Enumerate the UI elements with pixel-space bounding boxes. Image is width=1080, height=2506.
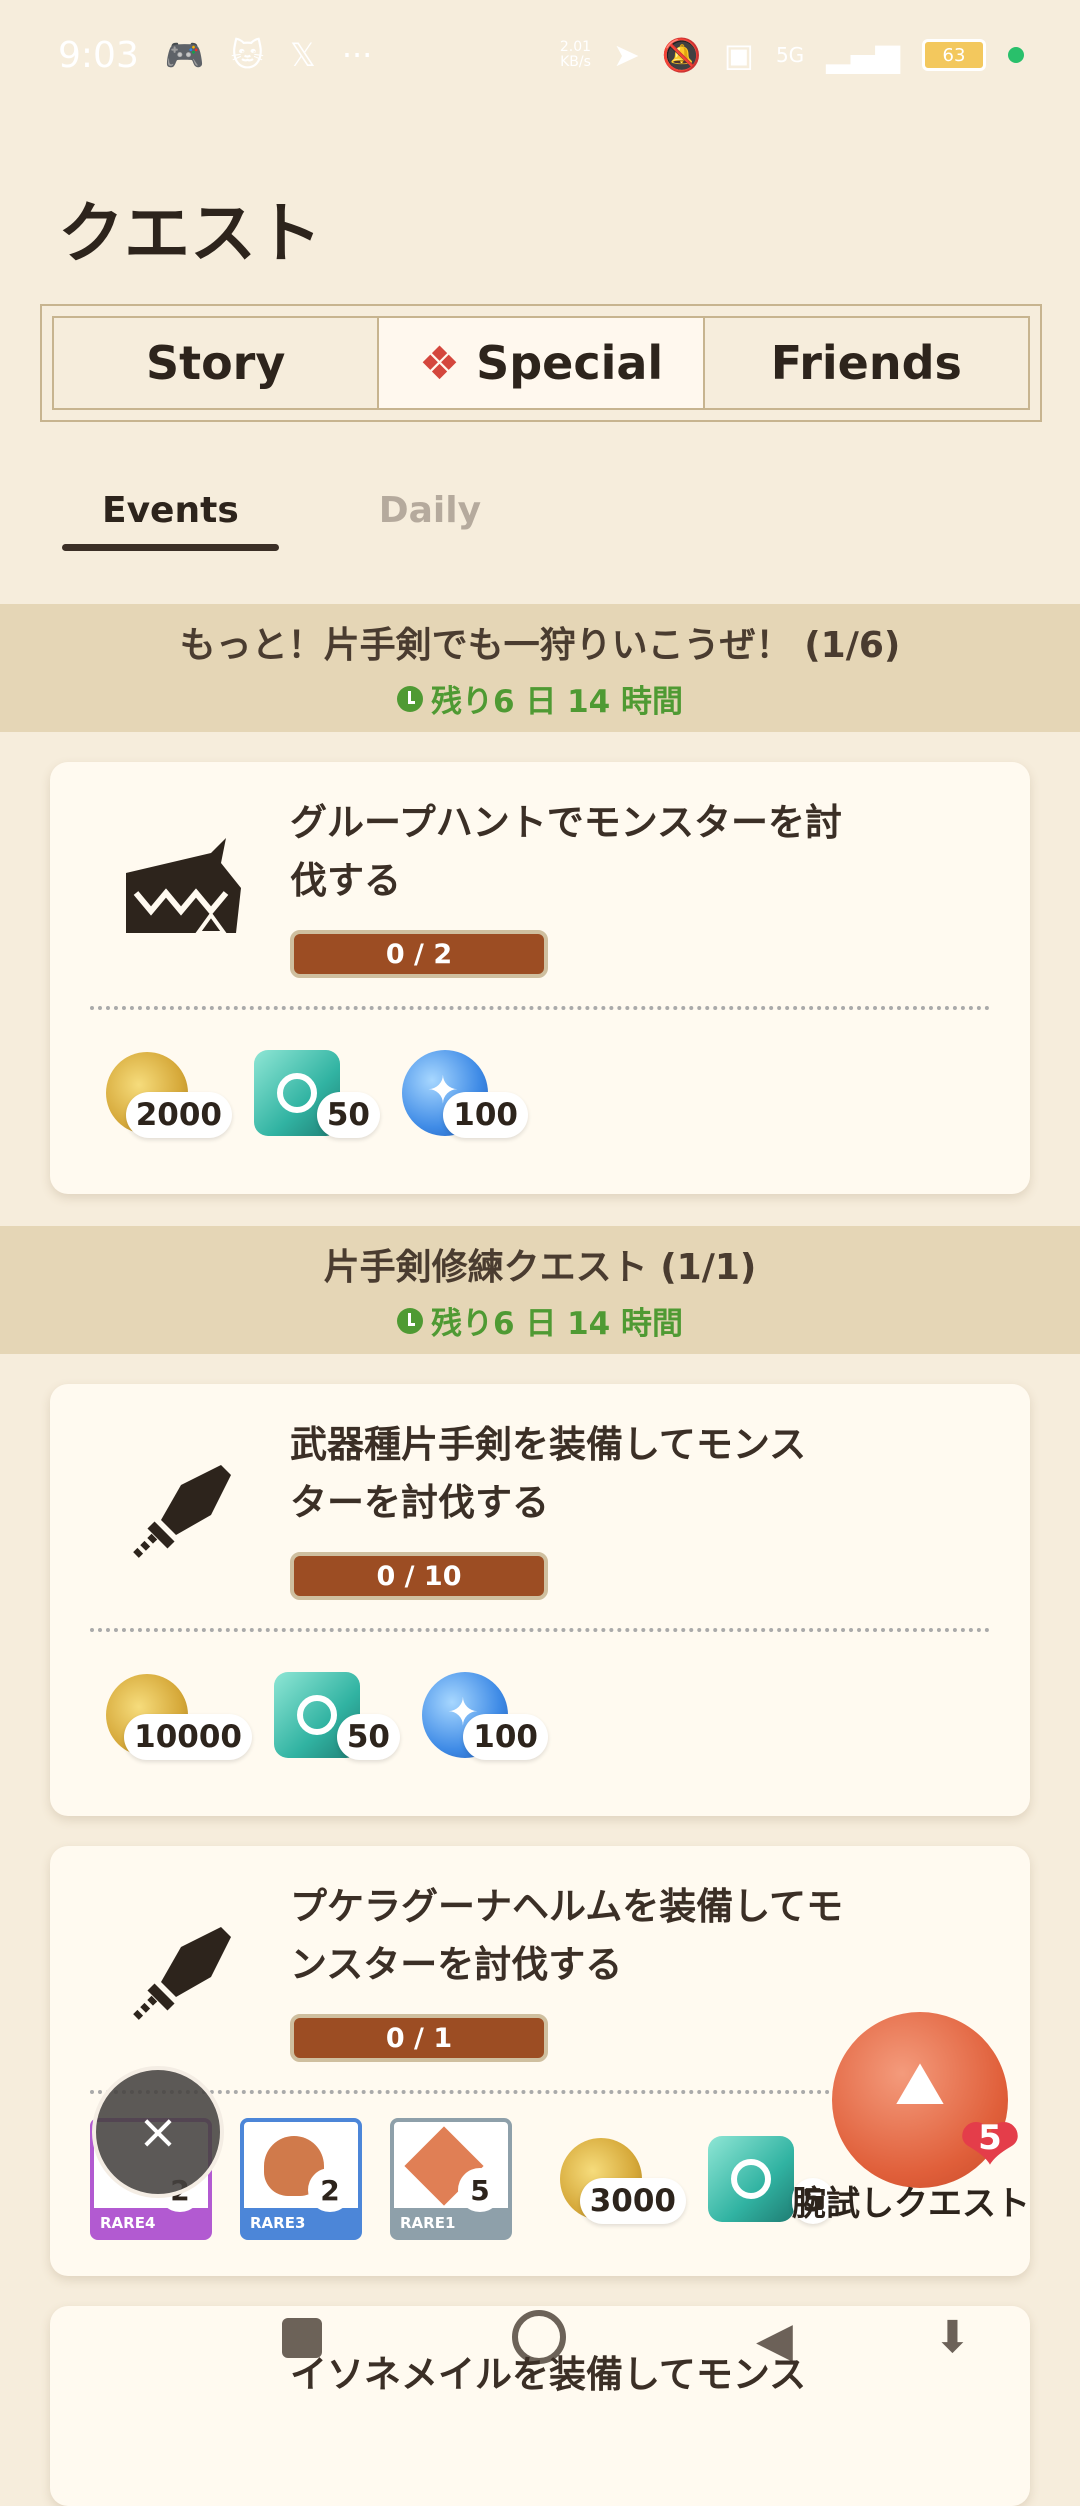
quest-title-line: ターを討伐する [290, 1481, 549, 1524]
subtabs: Events Daily [62, 480, 521, 551]
section-time: 残り6 日 14 時間 [0, 676, 1080, 721]
quest-title-line: 伐する [290, 859, 401, 902]
quest-title: グループハントでモンスターを討 伐する [290, 794, 930, 910]
reward-amount: 100 [443, 1092, 528, 1138]
reward-gem: 50 [274, 1672, 400, 1762]
x-icon: 𝕏 [290, 36, 316, 74]
subtab-events[interactable]: Events [62, 480, 279, 551]
trial-quest-label[interactable]: 腕試しクエスト [792, 2176, 1030, 2225]
subtab-events-label: Events [102, 490, 239, 531]
network-speed-unit: KB/s [560, 54, 591, 70]
network-speed: 2.01 KB/s [560, 40, 591, 70]
status-bar: 9:03 🎮 🐱 𝕏 ··· 2.01 KB/s ➤ 🔕 ▣ 5G ▂▄▆ 63 [0, 0, 1080, 110]
home-icon[interactable] [512, 2310, 566, 2364]
item-rarity: RARE1 [400, 2214, 456, 2232]
section-time: 残り6 日 14 時間 [0, 1298, 1080, 1343]
reward-item: RARE3 2 [240, 2118, 362, 2240]
navigation-bar: ◀ ⬇ [0, 2300, 1080, 2380]
trial-quest-badge: 5 [978, 2118, 1002, 2158]
section-header: もっと！片手剣でも一狩りいこうぜ！ (1/6) 残り6 日 14 時間 [0, 604, 1080, 732]
item-qty: 5 [458, 2168, 502, 2212]
reward-amount: 50 [316, 1092, 380, 1138]
reward-item: RARE1 5 [390, 2118, 512, 2240]
tab-story[interactable]: Story [54, 318, 377, 408]
quest-emblem-icon: ⛰ [894, 2049, 946, 2119]
tab-story-label: Story [145, 336, 286, 390]
tab-special[interactable]: ❖ Special [377, 318, 705, 408]
sword-icon [106, 1440, 256, 1590]
rewards: 2000 50 100 [106, 1050, 528, 1140]
page-title: クエスト [58, 195, 322, 272]
card-divider [90, 1006, 990, 1010]
clock-icon [396, 685, 423, 712]
location-icon: ➤ [613, 36, 640, 74]
reward-amount: 100 [463, 1714, 548, 1760]
quest-card[interactable]: グループハントでモンスターを討 伐する 0 / 2 2000 50 100 [50, 762, 1030, 1194]
card-divider [90, 1628, 990, 1632]
subtab-daily-label: Daily [378, 490, 482, 531]
item-rarity: RARE4 [100, 2214, 156, 2232]
keyboard-hide-icon[interactable]: ⬇ [934, 2312, 971, 2363]
signal-icon: ▂▄▆ [826, 36, 900, 74]
back-icon[interactable]: ◀ [756, 2312, 793, 2368]
reward-coin: 10000 [106, 1672, 252, 1762]
status-time: 9:03 [58, 34, 139, 76]
battery-level: 63 [942, 44, 966, 66]
reward-amount: 10000 [124, 1714, 252, 1760]
quest-progress: 0 / 10 [290, 1552, 548, 1600]
reward-orb: 100 [422, 1672, 548, 1762]
battery-icon: 63 [922, 39, 986, 71]
tab-friends[interactable]: Friends [705, 318, 1028, 408]
reward-coin: 2000 [106, 1050, 232, 1140]
reward-amount: 3000 [579, 2178, 686, 2224]
gem-icon [708, 2136, 794, 2222]
discord-icon: 🎮 [164, 36, 205, 74]
section-header: 片手剣修練クエスト (1/1) 残り6 日 14 時間 [0, 1226, 1080, 1354]
section-time-label: 残り6 日 14 時間 [430, 1306, 684, 1342]
section-time-label: 残り6 日 14 時間 [430, 684, 684, 720]
rewards: 10000 50 100 [106, 1672, 548, 1762]
reward-amount: 50 [336, 1714, 400, 1760]
quest-progress: 0 / 1 [290, 2014, 548, 2062]
recents-icon[interactable] [282, 2318, 322, 2358]
quest-title: 武器種片手剣を装備してモンス ターを討伐する [290, 1416, 930, 1532]
item-rarity: RARE3 [250, 2214, 306, 2232]
special-icon: ❖ [418, 336, 461, 390]
status-right: 2.01 KB/s ➤ 🔕 ▣ 5G ▂▄▆ 63 [560, 36, 1080, 74]
monster-icon [106, 818, 256, 968]
quest-category-tabs: Story ❖ Special Friends [40, 304, 1042, 422]
quest-title-line: グループハントでモンスターを討 [290, 801, 843, 844]
cat-icon: 🐱 [230, 36, 265, 74]
reward-amount: 2000 [125, 1092, 232, 1138]
quest-title: プケラグーナヘルムを装備してモ ンスターを討伐する [290, 1878, 930, 1994]
item-qty: 2 [308, 2168, 352, 2212]
tab-friends-label: Friends [770, 336, 962, 390]
reward-coin: 3000 [560, 2136, 686, 2226]
status-left: 9:03 🎮 🐱 𝕏 ··· [0, 35, 372, 76]
section-title: もっと！片手剣でも一狩りいこうぜ！ (1/6) [179, 625, 901, 666]
reward-orb: 100 [402, 1050, 528, 1140]
data-icon: ▣ [723, 36, 754, 74]
network-type: 5G [775, 43, 805, 67]
tab-special-label: Special [476, 336, 664, 390]
quest-card[interactable]: 武器種片手剣を装備してモンス ターを討伐する 0 / 10 10000 50 1… [50, 1384, 1030, 1816]
close-icon: × [137, 2104, 179, 2160]
reward-gem: 50 [254, 1050, 380, 1140]
more-icon: ··· [341, 36, 373, 74]
privacy-dot [1008, 47, 1024, 63]
quest-title-line: 武器種片手剣を装備してモンス [290, 1423, 807, 1466]
section-title: 片手剣修練クエスト (1/1) [323, 1247, 757, 1288]
mute-icon: 🔕 [661, 36, 702, 74]
quest-category-tabs-inner: Story ❖ Special Friends [52, 316, 1030, 410]
subtab-daily[interactable]: Daily [339, 480, 521, 551]
quest-title-line: プケラグーナヘルムを装備してモ [290, 1885, 844, 1928]
clock-icon [396, 1307, 423, 1334]
close-button[interactable]: × [92, 2066, 224, 2198]
quest-progress: 0 / 2 [290, 930, 548, 978]
sword-icon [106, 1902, 256, 2052]
quest-title-line: ンスターを討伐する [290, 1943, 623, 1986]
network-speed-value: 2.01 [559, 39, 592, 55]
